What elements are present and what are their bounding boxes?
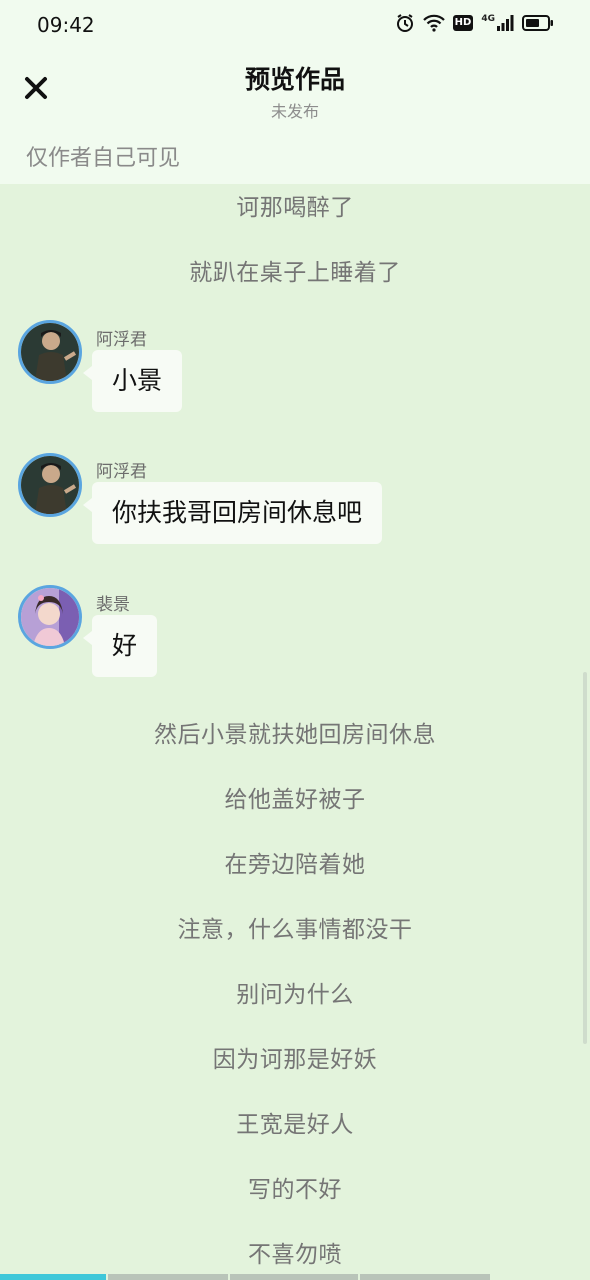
narration-line: 别问为什么 [236, 982, 354, 1008]
narration-line: 就趴在桌子上睡着了 [189, 260, 401, 286]
avatar-afujun[interactable] [18, 453, 82, 517]
wifi-icon [422, 14, 445, 32]
status-time: 09:42 [37, 13, 95, 37]
narration-line: 给他盖好被子 [224, 787, 366, 813]
cellular-4g-icon: 4G [481, 14, 514, 32]
hd-icon: HD [452, 15, 474, 31]
speaker-name: 阿浮君 [96, 330, 147, 350]
battery-icon [522, 14, 554, 32]
status-icons: HD 4G [395, 13, 554, 33]
reading-progress-bar [0, 1274, 590, 1280]
message-bubble[interactable]: 好 [82, 615, 158, 677]
narration-line: 诃那喝醉了 [236, 195, 354, 221]
publish-status: 未发布 [270, 102, 319, 121]
visibility-note: 仅作者自己可见 [26, 146, 181, 171]
message-bubble[interactable]: 你扶我哥回房间休息吧 [82, 482, 383, 544]
progress-segment [108, 1274, 228, 1280]
narration-line: 因为诃那是好妖 [212, 1047, 378, 1073]
page-title: 预览作品 [244, 65, 345, 94]
narration-line: 王宽是好人 [236, 1112, 354, 1138]
progress-segment [230, 1274, 358, 1280]
message-bubble[interactable]: 小景 [82, 350, 183, 412]
alarm-icon [395, 13, 415, 33]
progress-segment [360, 1274, 490, 1280]
narration-line: 不喜勿喷 [248, 1242, 342, 1268]
progress-segment-active [0, 1274, 106, 1280]
narration-line: 然后小景就扶她回房间休息 [154, 722, 436, 748]
narration-line: 写的不好 [248, 1177, 342, 1203]
narration-line: 在旁边陪着她 [224, 852, 366, 878]
top-header-area: 09:42 HD 4G 预览作品 未发布 仅作者自己可见 [0, 0, 590, 184]
narration-line: 注意，什么事情都没干 [177, 917, 413, 943]
speaker-name: 阿浮君 [96, 462, 147, 482]
speaker-name: 裴景 [96, 595, 130, 615]
status-bar: 09:42 HD 4G [0, 0, 590, 52]
network-label: 4G [481, 14, 495, 24]
scrollbar[interactable] [583, 672, 587, 1044]
avatar-peijing[interactable] [18, 585, 82, 649]
avatar-afujun[interactable] [18, 320, 82, 384]
